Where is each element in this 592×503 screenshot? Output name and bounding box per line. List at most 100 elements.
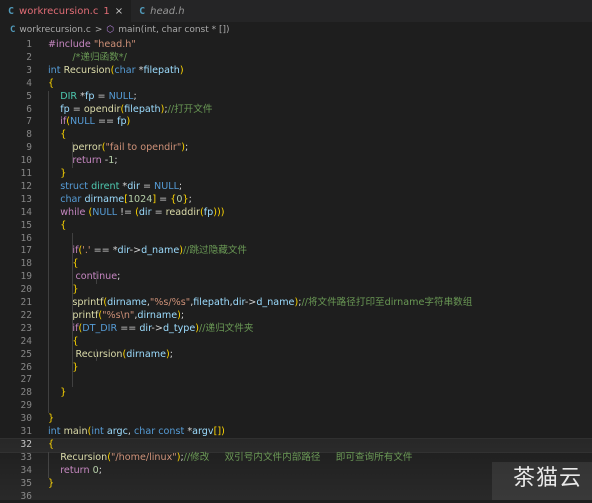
code-line[interactable]: 23 if(DT_DIR == dir->d_type)//递归文件夹	[0, 323, 592, 336]
code-line[interactable]: 7 if(NULL == fp)	[0, 116, 592, 129]
code-text: if(DT_DIR == dir->d_type)//递归文件夹	[48, 323, 253, 336]
line-number: 6	[0, 104, 32, 117]
line-number: 11	[0, 168, 32, 181]
code-line[interactable]: 14 while (NULL != (dir = readdir(fp)))	[0, 207, 592, 220]
line-number: 7	[0, 116, 32, 129]
code-text: fp = opendir(filepath);//打开文件	[48, 104, 212, 117]
line-number: 3	[0, 65, 32, 78]
indent-guide	[72, 142, 73, 168]
code-line[interactable]: 18 {	[0, 258, 592, 271]
line-number: 35	[0, 478, 32, 491]
code-text: }	[48, 284, 79, 297]
error-count-badge: 1	[103, 6, 109, 17]
c-file-icon: C	[139, 6, 145, 17]
code-line[interactable]: 8 {	[0, 129, 592, 142]
code-line[interactable]: 30}	[0, 413, 592, 426]
code-text: #include "head.h"	[48, 39, 136, 52]
indent-guide	[96, 271, 97, 284]
code-text: return -1;	[48, 155, 118, 168]
code-line[interactable]: 1 #include "head.h"	[0, 39, 592, 52]
line-number: 20	[0, 284, 32, 297]
line-number: 16	[0, 233, 32, 246]
code-line[interactable]: 4{	[0, 78, 592, 91]
code-line[interactable]: 5 DIR *fp = NULL;	[0, 91, 592, 104]
code-text: {	[48, 336, 79, 349]
code-line[interactable]: 9 perror("fail to opendir");	[0, 142, 592, 155]
code-text: }	[48, 413, 54, 426]
indent-guide	[96, 349, 97, 362]
code-text: if(NULL == fp)	[48, 116, 130, 129]
c-file-icon: C	[8, 6, 14, 17]
line-number: 31	[0, 426, 32, 439]
code-line[interactable]: 22 printf("%s\n",dirname);	[0, 310, 592, 323]
c-file-icon: C	[10, 25, 15, 35]
line-number: 4	[0, 78, 32, 91]
breadcrumb-file[interactable]: workrecursion.c	[19, 25, 90, 35]
code-line[interactable]: 17 if('.' == *dir->d_name)//跳过隐藏文件	[0, 245, 592, 258]
line-number: 27	[0, 374, 32, 387]
code-text: continue;	[48, 271, 120, 284]
code-line[interactable]: 26 }	[0, 362, 592, 375]
code-line[interactable]: 25 Recursion(dirname);	[0, 349, 592, 362]
code-line[interactable]: 31 int main(int argc, char const *argv[])	[0, 426, 592, 439]
code-line[interactable]: 3int Recursion(char *filepath)	[0, 65, 592, 78]
code-line[interactable]: 32 {	[0, 439, 592, 452]
code-line[interactable]: 24 {	[0, 336, 592, 349]
line-number: 1	[0, 39, 32, 52]
indent-guide	[72, 233, 73, 388]
tab-workrecursion-c[interactable]: C workrecursion.c 1 ×	[0, 0, 131, 22]
code-text: }	[48, 387, 66, 400]
line-number: 32	[0, 439, 32, 452]
indent-guide	[48, 91, 49, 414]
tab-head-h[interactable]: C head.h	[131, 0, 193, 22]
cube-icon: ⬡	[106, 25, 114, 35]
code-editor[interactable]: 1#include "head.h"2 /*递归函数*/3int Recursi…	[0, 38, 592, 500]
code-text: /*递归函数*/	[48, 52, 127, 65]
line-number: 14	[0, 207, 32, 220]
line-number: 36	[0, 491, 32, 503]
code-line[interactable]: 15 {	[0, 220, 592, 233]
code-text: {	[48, 439, 54, 452]
tab-label: head.h	[150, 6, 184, 17]
line-number: 22	[0, 310, 32, 323]
line-number: 33	[0, 452, 32, 465]
line-number: 28	[0, 387, 32, 400]
code-text: Recursion(dirname);	[48, 349, 173, 362]
code-line[interactable]: 20 }	[0, 284, 592, 297]
code-text: return 0;	[48, 465, 102, 478]
watermark-text: 茶猫云	[513, 460, 582, 492]
code-line[interactable]: 21 sprintf(dirname,"%s/%s",filepath,dir-…	[0, 297, 592, 310]
close-icon[interactable]: ×	[115, 6, 123, 17]
line-number: 8	[0, 129, 32, 142]
code-text: }	[48, 168, 66, 181]
line-number: 15	[0, 220, 32, 233]
code-text: DIR *fp = NULL;	[48, 91, 137, 104]
code-line[interactable]: 28 }	[0, 387, 592, 400]
indent-guide	[48, 452, 49, 478]
code-line[interactable]: 29	[0, 400, 592, 413]
line-number: 13	[0, 194, 32, 207]
line-number: 12	[0, 181, 32, 194]
line-number: 17	[0, 245, 32, 258]
code-line[interactable]: 10 return -1;	[0, 155, 592, 168]
code-text: if('.' == *dir->d_name)//跳过隐藏文件	[48, 245, 247, 258]
code-line[interactable]: 11 }	[0, 168, 592, 181]
code-line[interactable]: 12 struct dirent *dir = NULL;	[0, 181, 592, 194]
line-number: 2	[0, 52, 32, 65]
code-line[interactable]: 2 /*递归函数*/	[0, 52, 592, 65]
breadcrumb-symbol[interactable]: main(int, char const * [])	[118, 25, 229, 35]
code-line[interactable]: 19 continue;	[0, 271, 592, 284]
tab-label: workrecursion.c	[19, 6, 98, 17]
line-number: 5	[0, 91, 32, 104]
code-line[interactable]: 6 fp = opendir(filepath);//打开文件	[0, 104, 592, 117]
line-number: 29	[0, 400, 32, 413]
code-line[interactable]: 16	[0, 233, 592, 246]
code-text: char dirname[1024] = {0};	[48, 194, 192, 207]
line-number: 19	[0, 271, 32, 284]
code-line[interactable]: 13 char dirname[1024] = {0};	[0, 194, 592, 207]
code-text: sprintf(dirname,"%s/%s",filepath,dir->d_…	[48, 297, 472, 310]
code-text: {	[48, 258, 79, 271]
code-line[interactable]: 27	[0, 374, 592, 387]
code-text: int main(int argc, char const *argv[])	[48, 426, 225, 439]
code-text: {	[48, 129, 66, 142]
